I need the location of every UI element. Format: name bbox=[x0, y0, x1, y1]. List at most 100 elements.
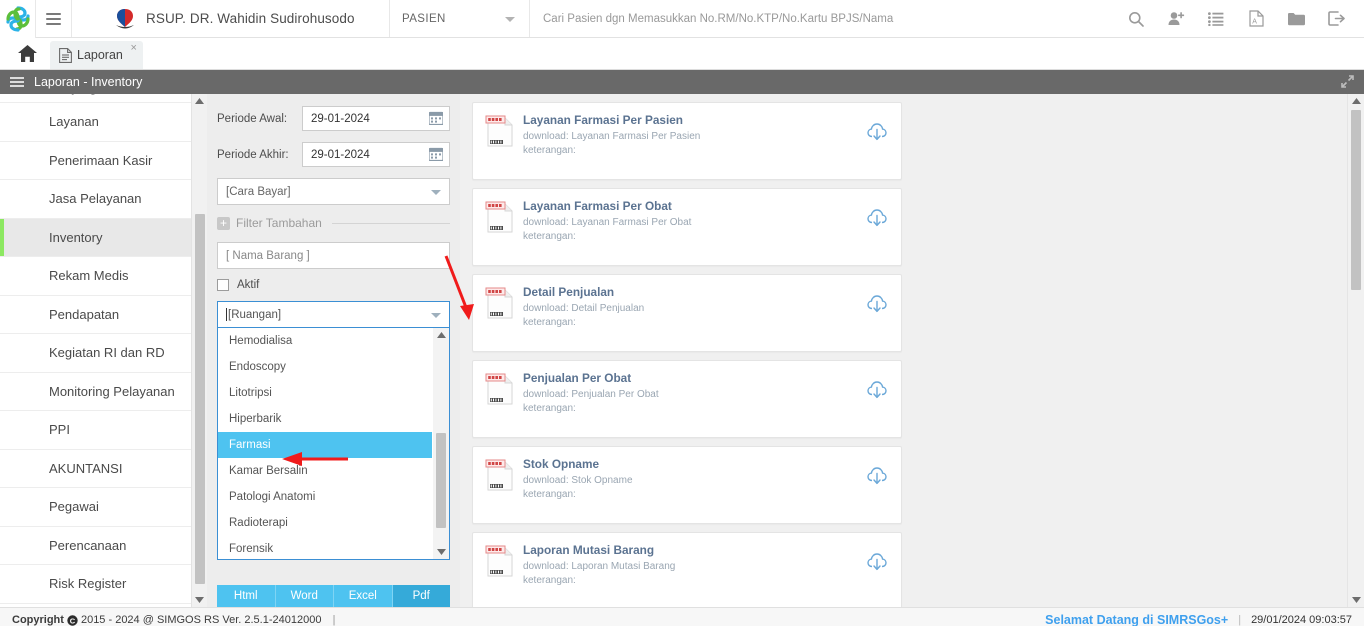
dropdown-option-forensik[interactable]: Forensik bbox=[218, 536, 432, 559]
folder-icon[interactable] bbox=[1276, 0, 1316, 38]
dropdown-option-label: Endoscopy bbox=[229, 361, 286, 373]
scroll-down-icon[interactable] bbox=[192, 593, 207, 607]
periode-awal-input[interactable]: 29-01-2024 bbox=[302, 106, 450, 131]
top-navbar: RSUP. DR. Wahidin Sudirohusodo PASIEN Ca… bbox=[0, 0, 1364, 38]
document-icon bbox=[59, 47, 72, 63]
aktif-checkbox-row[interactable]: Aktif bbox=[217, 279, 450, 291]
report-card-keterangan: keterangan: bbox=[523, 145, 576, 156]
cara-bayar-select[interactable]: [Cara Bayar] bbox=[217, 178, 450, 205]
sidebar-item-jasa-pelayanan[interactable]: Jasa Pelayanan bbox=[0, 180, 207, 219]
sidebar-item-label: Pendapatan bbox=[49, 306, 120, 322]
nama-barang-input[interactable]: [ Nama Barang ] bbox=[217, 242, 450, 269]
sidebar-item-inventory[interactable]: Inventory bbox=[0, 218, 207, 257]
cloud-download-icon[interactable] bbox=[867, 123, 887, 146]
report-document-icon bbox=[485, 201, 515, 240]
cards-scrollbar[interactable] bbox=[1347, 94, 1364, 607]
cards-scroll-thumb[interactable] bbox=[1351, 110, 1361, 290]
sidebar-item-layanan[interactable]: Layanan bbox=[0, 103, 207, 142]
sidebar-item-clipped[interactable]: Kunjungan bbox=[0, 94, 207, 103]
dropdown-scrollbar[interactable] bbox=[433, 328, 449, 559]
welcome-message: Selamat Datang di SIMRSGos+ bbox=[1045, 613, 1229, 626]
dropdown-option-label: Hemodialisa bbox=[229, 335, 293, 347]
chevron-down-icon bbox=[431, 190, 441, 195]
report-card[interactable]: Stok Opname download: Stok Opname keterang… bbox=[472, 446, 902, 524]
calendar-icon[interactable] bbox=[428, 147, 444, 164]
sidebar-item-perencanaan[interactable]: Perencanaan bbox=[0, 526, 207, 565]
sidebar-item-clipped-label: Kunjungan bbox=[49, 94, 111, 95]
user-add-icon[interactable] bbox=[1156, 0, 1196, 38]
report-cards-area: Layanan Farmasi Per Pasien download: Laya… bbox=[460, 94, 1364, 607]
export-html-button[interactable]: Html bbox=[217, 585, 276, 607]
dropdown-option-kamar-bersalin[interactable]: Kamar Bersalin bbox=[218, 458, 432, 484]
calendar-icon[interactable] bbox=[428, 111, 444, 128]
logout-icon[interactable] bbox=[1316, 0, 1356, 38]
sidebar-item-akuntansi[interactable]: AKUNTANSI bbox=[0, 449, 207, 488]
close-icon[interactable]: × bbox=[130, 43, 136, 54]
scroll-down-icon[interactable] bbox=[1348, 593, 1364, 607]
report-card[interactable]: Detail Penjualan download: Detail Penjual… bbox=[472, 274, 902, 352]
pdf-icon[interactable]: A bbox=[1236, 0, 1276, 38]
report-card[interactable]: Layanan Farmasi Per Obat download: Layana… bbox=[472, 188, 902, 266]
scroll-up-icon[interactable] bbox=[192, 94, 207, 108]
sidebar-item-rekam-medis[interactable]: Rekam Medis bbox=[0, 257, 207, 296]
sidebar-item-label: Penerimaan Kasir bbox=[49, 152, 153, 168]
report-card[interactable]: Laporan Mutasi Barang download: Laporan M… bbox=[472, 532, 902, 607]
export-word-button[interactable]: Word bbox=[275, 585, 334, 607]
sidebar-scrollbar[interactable] bbox=[191, 94, 207, 607]
patient-search-input[interactable]: Cari Pasien dgn Memasukkan No.RM/No.KTP/… bbox=[530, 0, 1116, 37]
sidebar-item-label: Layanan bbox=[49, 114, 99, 130]
periode-akhir-input[interactable]: 29-01-2024 bbox=[302, 142, 450, 167]
tab-home[interactable] bbox=[8, 37, 46, 69]
divider: | bbox=[1238, 614, 1242, 626]
sidebar-item-kegiatan-ri-dan-rd[interactable]: Kegiatan RI dan RD bbox=[0, 334, 207, 373]
sidebar-item-risk-register[interactable]: Risk Register bbox=[0, 565, 207, 604]
sidebar-item-label: Jasa Pelayanan bbox=[49, 191, 142, 207]
report-card-download: download: Detail Penjualan bbox=[523, 303, 645, 314]
nama-barang-placeholder: [ Nama Barang ] bbox=[226, 249, 310, 262]
filter-tambahan-toggle[interactable]: + Filter Tambahan bbox=[217, 216, 450, 230]
cloud-download-icon[interactable] bbox=[867, 553, 887, 576]
cara-bayar-value: [Cara Bayar] bbox=[226, 185, 291, 198]
app-logo[interactable] bbox=[0, 0, 36, 38]
copyright-word: Copyright bbox=[12, 614, 64, 626]
dropdown-option-endoscopy[interactable]: Endoscopy bbox=[218, 354, 432, 380]
list-icon[interactable] bbox=[1196, 0, 1236, 38]
report-document-icon bbox=[485, 115, 515, 154]
patient-type-select[interactable]: PASIEN bbox=[390, 0, 530, 37]
cloud-download-icon[interactable] bbox=[867, 209, 887, 232]
sidebar-item-monitoring-pelayanan[interactable]: Monitoring Pelayanan bbox=[0, 372, 207, 411]
dropdown-option-radioterapi[interactable]: Radioterapi bbox=[218, 510, 432, 536]
search-icon[interactable] bbox=[1116, 0, 1156, 38]
dropdown-scroll-thumb[interactable] bbox=[436, 433, 446, 528]
sidebar-collapse-icon[interactable] bbox=[10, 75, 24, 90]
sidebar-item-ppi[interactable]: PPI bbox=[0, 411, 207, 450]
dropdown-option-hiperbarik[interactable]: Hiperbarik bbox=[218, 406, 432, 432]
expand-icon[interactable] bbox=[1341, 75, 1354, 91]
cloud-download-icon[interactable] bbox=[867, 381, 887, 404]
cloud-download-icon[interactable] bbox=[867, 295, 887, 318]
chevron-down-icon[interactable] bbox=[431, 313, 441, 318]
sidebar-scroll-thumb[interactable] bbox=[195, 214, 205, 584]
report-card[interactable]: Layanan Farmasi Per Pasien download: Laya… bbox=[472, 102, 902, 180]
export-pdf-button[interactable]: Pdf bbox=[392, 585, 450, 607]
report-document-icon bbox=[485, 287, 515, 326]
cloud-download-icon[interactable] bbox=[867, 467, 887, 490]
report-card[interactable]: Penjualan Per Obat download: Penjualan Pe… bbox=[472, 360, 902, 438]
tab-laporan[interactable]: Laporan × bbox=[50, 41, 143, 69]
dropdown-option-farmasi[interactable]: Farmasi bbox=[218, 432, 432, 458]
export-excel-button[interactable]: Excel bbox=[334, 585, 393, 607]
scroll-down-icon[interactable] bbox=[433, 545, 449, 559]
sidebar-item-pendapatan[interactable]: Pendapatan bbox=[0, 295, 207, 334]
sidebar-item-label: PPI bbox=[49, 422, 70, 438]
scroll-up-icon[interactable] bbox=[433, 328, 449, 342]
sidebar-item-pegawai[interactable]: Pegawai bbox=[0, 488, 207, 527]
aktif-checkbox[interactable] bbox=[217, 279, 229, 291]
dropdown-option-hemodialisa[interactable]: Hemodialisa bbox=[218, 328, 432, 354]
dropdown-option-patologi-anatomi[interactable]: Patologi Anatomi bbox=[218, 484, 432, 510]
dropdown-option-litotripsi[interactable]: Litotripsi bbox=[218, 380, 432, 406]
ruangan-dropdown-list[interactable]: Hemodialisa Endoscopy Litotripsi Hiperbarik… bbox=[217, 328, 450, 560]
scroll-up-icon[interactable] bbox=[1348, 94, 1364, 108]
menu-toggle-button[interactable] bbox=[36, 0, 72, 37]
sidebar-item-penerimaan-kasir[interactable]: Penerimaan Kasir bbox=[0, 141, 207, 180]
ruangan-combobox[interactable]: [Ruangan] bbox=[217, 301, 450, 328]
